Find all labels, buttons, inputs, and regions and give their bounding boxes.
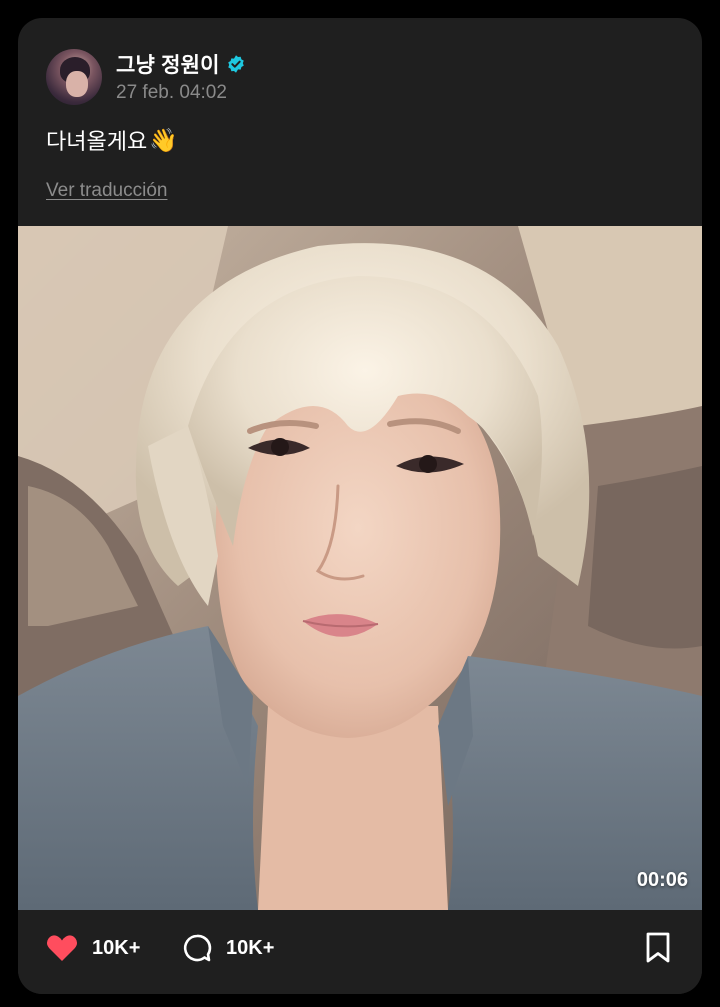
post-actions-bar: 10K+ 10K+ [18,910,702,994]
comment-bubble-icon [183,934,212,962]
author-name[interactable]: 그냥 정원이 [116,49,220,79]
comment-button[interactable]: 10K+ [182,910,274,986]
like-count: 10K+ [92,936,141,959]
author-row: 그냥 정원이 [116,50,246,78]
heart-icon [46,935,78,961]
waving-hand-emoji: 👋 [149,126,178,153]
post-header: 그냥 정원이 27 feb. 04:02 다녀올게요 👋 Ver traducc… [18,18,702,226]
like-button[interactable]: 10K+ [46,910,140,986]
avatar-face [66,71,88,97]
video-thumbnail [18,226,702,910]
video-duration: 00:06 [636,869,688,891]
verified-badge-icon [227,55,244,73]
avatar[interactable] [46,49,102,105]
post-video[interactable]: 00:06 [18,226,702,910]
bookmark-icon[interactable] [644,932,672,964]
post-timestamp: 27 feb. 04:02 [116,82,227,103]
post-text: 다녀올게요 👋 [46,124,178,156]
post-card: 그냥 정원이 27 feb. 04:02 다녀올게요 👋 Ver traducc… [18,18,702,994]
see-translation-link[interactable]: Ver traducción [46,180,167,202]
post-text-content: 다녀올게요 [46,129,148,154]
comment-count: 10K+ [226,936,275,959]
